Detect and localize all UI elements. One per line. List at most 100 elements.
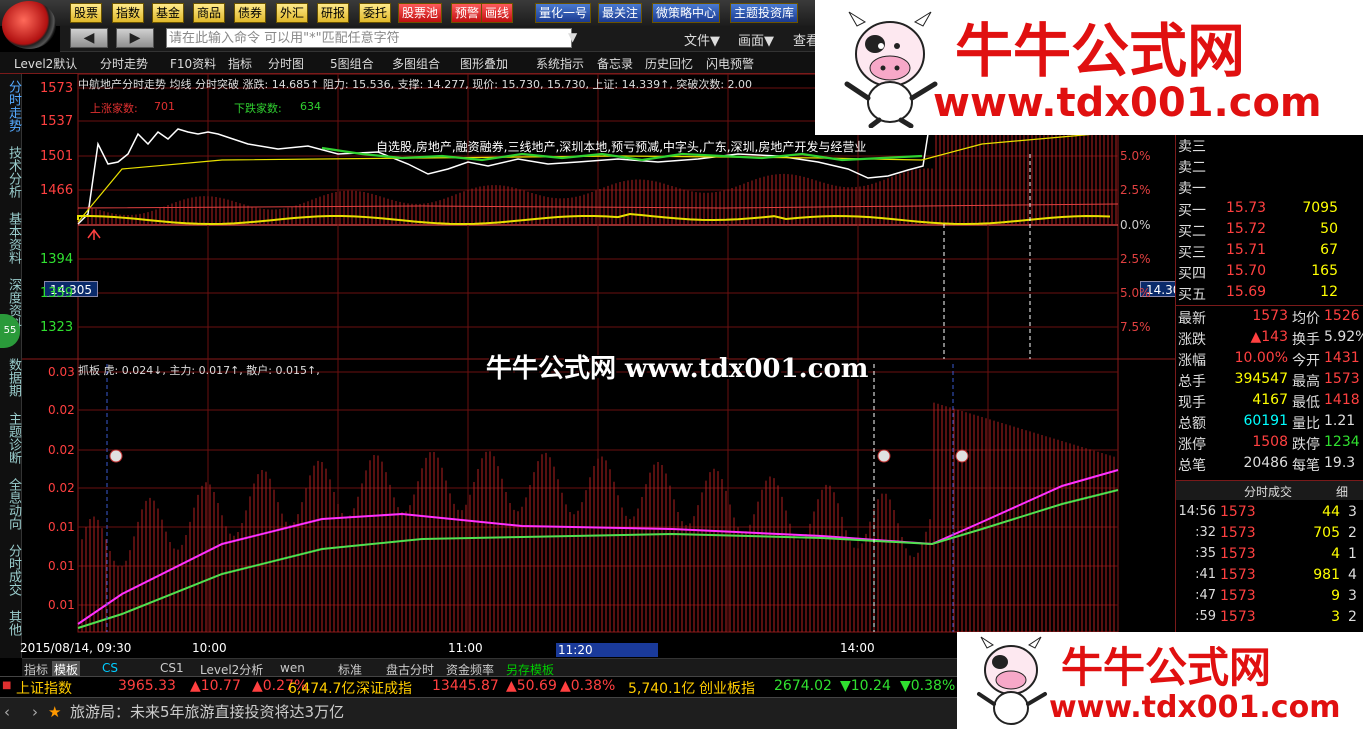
ticks-detail[interactable]: 细 [1336, 483, 1348, 500]
toolbar-button-4[interactable]: 债券 [234, 3, 267, 23]
stat-label: 现手 [1178, 395, 1206, 411]
menu-file[interactable]: 文件▼ [684, 30, 720, 49]
command-input[interactable]: 请在此输入命令 可以用"*"匹配任意字符 [166, 28, 572, 48]
watermark-center: 牛牛公式网 www.tdx001.com [486, 354, 869, 384]
stat-label: 最新 [1178, 311, 1206, 327]
tick-volume: 44 [1322, 504, 1340, 520]
stat-value: 4167 [1252, 392, 1288, 408]
tick-volume: 3 [1331, 609, 1340, 625]
back-arrow-icon[interactable]: ◀ [70, 28, 108, 48]
news-headline[interactable]: 旅游局：未来5年旅游直接投资将达3万亿 [70, 698, 344, 726]
up-count-value: 701 [154, 100, 175, 113]
tick-price: 1573 [1220, 504, 1256, 520]
cy-index-value: 2674.02 [774, 678, 832, 694]
cy-index-change: ▼10.24 [840, 678, 891, 694]
tool-5-chart[interactable]: 5图组合 [330, 55, 374, 72]
stat-label: 总手 [1178, 374, 1206, 390]
toolbar-button-9[interactable]: 预警 [451, 3, 484, 23]
toolbar-button-12[interactable]: 最关注 [598, 3, 643, 23]
watermark-cn-top: 牛牛公式网 [955, 17, 1246, 85]
upper-y-right-label: 7.5% [1120, 320, 1151, 334]
upper-y-right-label: 2.5% [1120, 183, 1151, 197]
tool-multi-chart[interactable]: 多图组合 [392, 55, 440, 72]
bid-volume: 50 [1320, 221, 1338, 237]
ask-label-2: 卖一 [1178, 181, 1206, 197]
tool-indicator[interactable]: 指标 [228, 55, 252, 72]
stat-label: 最高 [1292, 374, 1320, 390]
bid-label: 买三 [1178, 245, 1206, 261]
toolbar-button-0[interactable]: 股票 [70, 3, 103, 23]
tool-intraday-chart[interactable]: 分时图 [268, 55, 304, 72]
sh-index-name[interactable]: 上证指数 [16, 678, 72, 698]
stat-value: 1508 [1252, 434, 1288, 450]
stat-value: 10.00% [1234, 350, 1288, 366]
x-label-1400: 14:00 [840, 641, 875, 655]
tool-f10[interactable]: F10资料 [170, 55, 216, 72]
stat-value: ▲143 [1250, 329, 1289, 345]
tool-system-indicator[interactable]: 系统指示 [536, 55, 584, 72]
quote-panel: 卖三 卖二 卖一 买一 15.73 7095 买二 15.72 50 买三 15.71 67 买四 15.… [1175, 74, 1363, 658]
sz-index-name[interactable]: 深证成指 [356, 678, 412, 698]
news-next-icon[interactable]: › [32, 698, 38, 726]
bottom-tab-2[interactable]: CS [102, 661, 118, 675]
tick-volume: 4 [1331, 546, 1340, 562]
ltab-intraday[interactable]: 分时走势 [2, 80, 21, 132]
news-prev-icon[interactable]: ‹ [4, 698, 10, 726]
ltab-ticks[interactable]: 分时成交 [2, 544, 21, 596]
up-arrow-icon [87, 228, 101, 240]
bottom-tab-3[interactable]: CS1 [160, 661, 184, 675]
bid-price: 15.70 [1226, 263, 1267, 279]
smiley-icon [877, 449, 891, 463]
stat-value: 60191 [1243, 413, 1288, 429]
stat-label: 最低 [1292, 395, 1320, 411]
sz-index-change: ▲50.69 [506, 678, 557, 694]
ltab-holo[interactable]: 全息动向 [2, 478, 21, 530]
app-logo-icon[interactable] [2, 1, 56, 49]
lower-y-label: 0.02 [48, 481, 75, 495]
tool-memo[interactable]: 备忘录 [597, 55, 633, 72]
ltab-basic[interactable]: 基本资料 [2, 212, 21, 264]
upper-y-label: 1359 [40, 286, 74, 301]
toolbar-button-7[interactable]: 委托 [359, 3, 392, 23]
bid-label: 买四 [1178, 266, 1206, 282]
toolbar-button-14[interactable]: 主题投资库 [730, 3, 799, 23]
up-count-label: 上涨家数: [90, 102, 138, 115]
tick-time: :32 [1195, 525, 1216, 540]
tool-flash-alert[interactable]: 闪电预警 [706, 55, 754, 72]
toolbar-button-5[interactable]: 外汇 [276, 3, 309, 23]
ltab-technical[interactable]: 技术分析 [2, 146, 21, 198]
toolbar-button-10[interactable]: 画线 [481, 3, 514, 23]
tick-volume: 981 [1313, 567, 1340, 583]
toolbar-button-11[interactable]: 量化一号 [535, 3, 592, 23]
tool-level2-default[interactable]: Level2默认 [14, 55, 77, 72]
stat-label: 均价 [1292, 311, 1320, 327]
ticks-title[interactable]: 分时成交 [1244, 483, 1292, 500]
cow-mascot-icon [844, 11, 938, 128]
command-dropdown-icon[interactable]: ▼ [568, 30, 577, 44]
toolbar-button-13[interactable]: 微策略中心 [652, 3, 721, 23]
ltab-other[interactable]: 其他 [2, 610, 21, 636]
news-bar[interactable]: ‹ › ★ 旅游局：未来5年旅游直接投资将达3万亿 [0, 697, 957, 729]
cy-index-name[interactable]: 创业板指 [699, 678, 755, 698]
tick-time: :59 [1195, 609, 1216, 624]
tool-history[interactable]: 历史回忆 [645, 55, 693, 72]
ltab-data[interactable]: 数据期 [2, 358, 21, 397]
toolbar-button-8[interactable]: 股票池 [398, 3, 443, 23]
stat-value: 394547 [1234, 371, 1288, 387]
ltab-theme[interactable]: 主题诊断 [2, 412, 21, 464]
bid-price: 15.72 [1226, 221, 1267, 237]
toolbar-button-2[interactable]: 基金 [152, 3, 185, 23]
tool-overlay[interactable]: 图形叠加 [460, 55, 508, 72]
stat-label: 涨跌 [1178, 332, 1206, 348]
sh-index-change: ▲10.77 [190, 678, 241, 694]
tool-intraday[interactable]: 分时走势 [100, 55, 148, 72]
tick-time: :41 [1195, 567, 1216, 582]
toolbar-button-6[interactable]: 研报 [317, 3, 350, 23]
stat-label: 涨停 [1178, 437, 1206, 453]
menu-view[interactable]: 画面▼ [738, 30, 774, 49]
toolbar-button-1[interactable]: 指数 [112, 3, 145, 23]
toolbar-button-3[interactable]: 商品 [193, 3, 226, 23]
bottom-tab-5[interactable]: wen [280, 661, 305, 675]
forward-arrow-icon[interactable]: ▶ [116, 28, 154, 48]
tick-count: 4 [1348, 567, 1357, 583]
